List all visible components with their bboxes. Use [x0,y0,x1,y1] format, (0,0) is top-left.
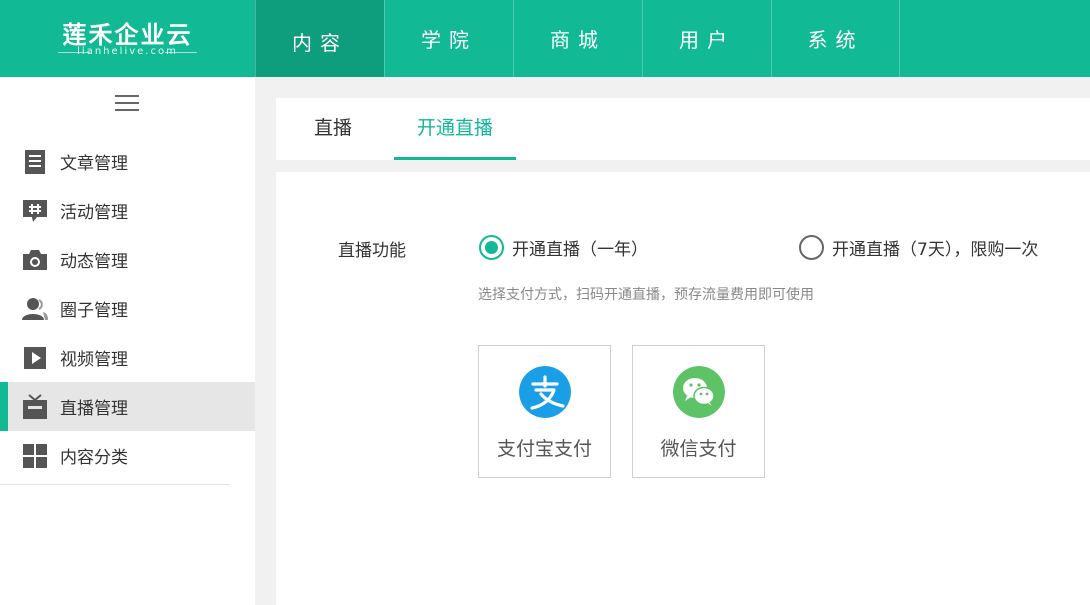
brand-logo[interactable]: 莲禾企业云 lianhelive.com [0,0,255,77]
radio-unchecked-icon [799,235,824,260]
radio-label: 开通直播（一年） [512,240,648,260]
alipay-label: 支付宝支付 [496,438,592,460]
nav-tab-system[interactable]: 系统 [771,0,900,77]
radio-seven-days[interactable]: 开通直播（7天），限购一次 [799,235,1038,260]
nav-tab-mall[interactable]: 商城 [513,0,642,77]
alipay-button[interactable]: 支付宝支付 [478,345,611,478]
wechat-pay-button[interactable]: 微信支付 [632,345,765,478]
sidebar: 文章管理 活动管理 动态管理 圈子管理 视频管理 直播管理 内容分类 [0,77,255,605]
radio-one-year[interactable]: 开通直播（一年） [479,235,648,260]
radio-checked-icon [479,235,504,260]
sidebar-item-label: 活动管理 [60,203,128,223]
nav-tab-users[interactable]: 用户 [642,0,771,77]
sidebar-item-label: 文章管理 [60,154,128,174]
nav-tab-academy[interactable]: 学院 [384,0,513,77]
live-feature-label: 直播功能 [338,241,406,261]
sidebar-item-label: 圈子管理 [60,301,128,321]
hashtag-chat-icon [22,198,48,224]
tab-bar: 直播 开通直播 [276,98,1090,160]
alipay-icon [519,366,571,418]
brand-subtitle: lianhelive.com [77,46,178,57]
tab-open-live[interactable]: 开通直播 [394,98,516,160]
brand-title: 莲禾企业云 [62,21,193,49]
sidebar-item-circles[interactable]: 圈子管理 [0,284,255,333]
tab-live[interactable]: 直播 [314,98,352,160]
sidebar-item-videos[interactable]: 视频管理 [0,333,255,382]
sidebar-menu: 文章管理 活动管理 动态管理 圈子管理 视频管理 直播管理 内容分类 [0,137,255,480]
document-icon [22,149,48,175]
top-bar: 莲禾企业云 lianhelive.com 内容 学院 商城 用户 系统 [0,0,1090,77]
sidebar-item-label: 内容分类 [60,448,128,468]
menu-toggle-icon[interactable] [115,95,139,111]
payment-hint: 选择支付方式，扫码开通直播，预存流量费用即可使用 [478,287,814,303]
sidebar-item-events[interactable]: 活动管理 [0,186,255,235]
wechat-pay-label: 微信支付 [660,438,737,460]
radio-label: 开通直播（7天），限购一次 [832,240,1039,260]
open-live-panel: 直播功能 开通直播（一年） 开通直播（7天），限购一次 选择支付方式，扫码开通直… [276,172,1090,605]
users-icon [22,296,48,322]
sidebar-item-categories[interactable]: 内容分类 [0,431,255,480]
top-nav: 内容 学院 商城 用户 系统 [255,0,900,77]
sidebar-item-label: 动态管理 [60,252,128,272]
sidebar-item-moments[interactable]: 动态管理 [0,235,255,284]
camera-icon [22,247,48,273]
video-play-icon [22,345,48,371]
sidebar-item-label: 直播管理 [60,399,128,419]
wechat-icon [673,366,725,418]
nav-tab-content[interactable]: 内容 [255,0,384,77]
sidebar-item-label: 视频管理 [60,350,128,370]
sidebar-item-live[interactable]: 直播管理 [0,382,255,431]
sidebar-divider [0,484,230,485]
sidebar-item-articles[interactable]: 文章管理 [0,137,255,186]
tv-icon [22,393,48,420]
grid-icon [22,443,48,469]
